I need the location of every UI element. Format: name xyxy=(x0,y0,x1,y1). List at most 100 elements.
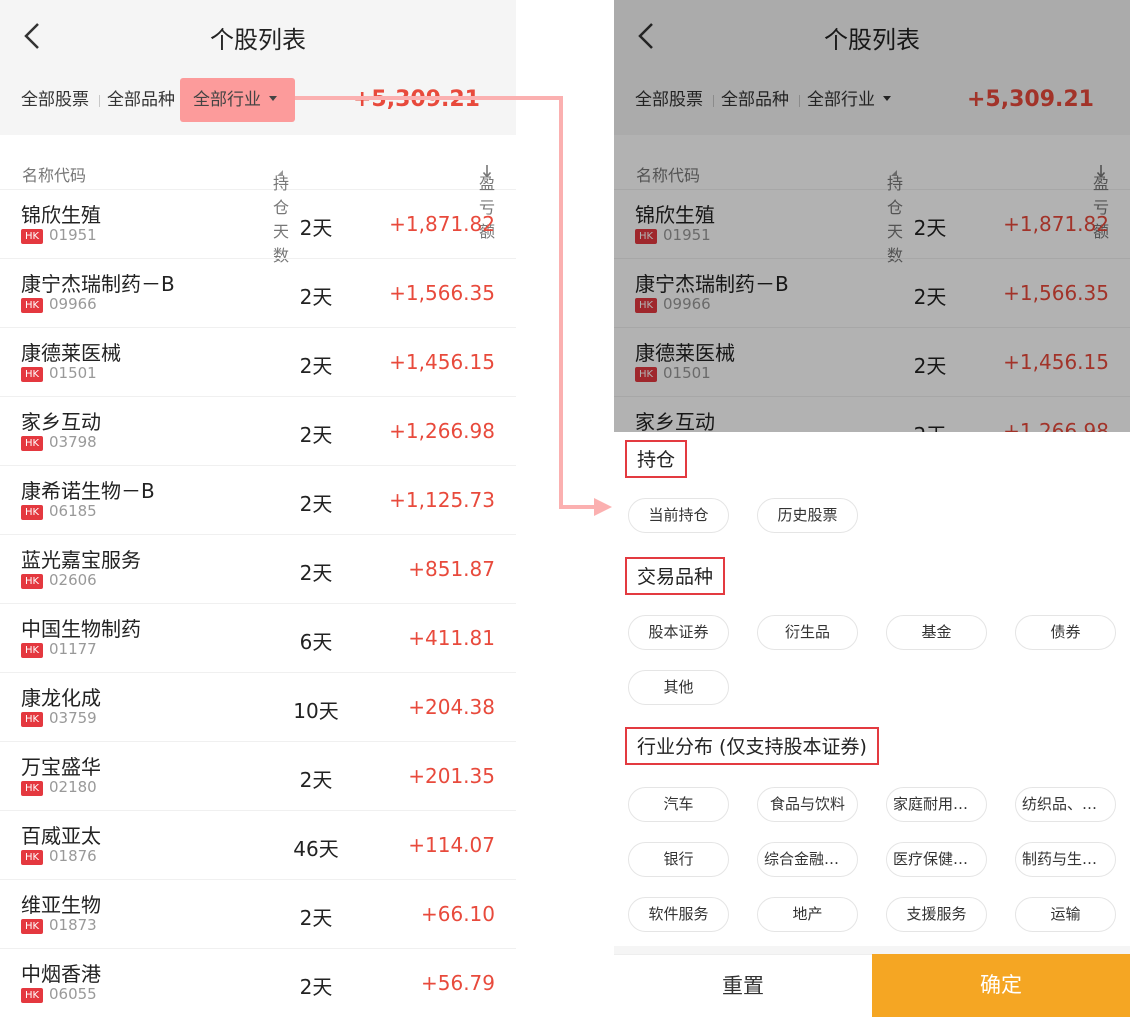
hold-days: 6天 xyxy=(299,630,333,654)
option-industry[interactable]: 食品与饮料 xyxy=(757,787,858,822)
stock-list-screen: 个股列表 全部股票 全部品种 全部行业 +5,309.21 名称代码 持仓天数 … xyxy=(0,0,516,1017)
option-industry[interactable]: 软件服务 xyxy=(628,897,729,932)
market-badge: HK xyxy=(21,919,43,934)
stock-row[interactable]: 维亚生物 HK 01873 2天 +66.10 xyxy=(0,880,516,949)
stock-code: 01501 xyxy=(49,364,97,382)
total-pnl: +5,309.21 xyxy=(353,87,480,112)
stock-code-line: HK 01873 xyxy=(21,916,97,934)
option-industry[interactable]: 银行 xyxy=(628,842,729,877)
stock-pnl: +1,566.35 xyxy=(389,281,495,305)
panel-divider xyxy=(614,946,1130,954)
stock-code-line: HK 01501 xyxy=(21,364,97,382)
stock-pnl: +114.07 xyxy=(408,833,495,857)
hold-days: 2天 xyxy=(299,906,333,930)
dim-overlay[interactable] xyxy=(614,0,1130,432)
stock-row[interactable]: 康德莱医械 HK 01501 2天 +1,456.15 xyxy=(0,328,516,397)
stock-code-line: HK 01951 xyxy=(21,226,97,244)
hold-days: 2天 xyxy=(299,561,333,585)
filter-all-industries[interactable]: 全部行业 xyxy=(180,78,295,122)
stock-row[interactable]: 万宝盛华 HK 02180 2天 +201.35 xyxy=(0,742,516,811)
stock-code: 09966 xyxy=(49,295,97,313)
option-equity[interactable]: 股本证券 xyxy=(628,615,729,650)
market-badge: HK xyxy=(21,367,43,382)
stock-code-line: HK 02606 xyxy=(21,571,97,589)
market-badge: HK xyxy=(21,436,43,451)
stock-row[interactable]: 康龙化成 HK 03759 10天 +204.38 xyxy=(0,673,516,742)
option-derivative[interactable]: 衍生品 xyxy=(757,615,858,650)
option-industry[interactable]: 汽车 xyxy=(628,787,729,822)
stock-code: 02180 xyxy=(49,778,97,796)
filter-divider xyxy=(99,95,100,107)
market-badge: HK xyxy=(21,298,43,313)
market-badge: HK xyxy=(21,712,43,727)
stock-row[interactable]: 百威亚太 HK 01876 46天 +114.07 xyxy=(0,811,516,880)
stock-row[interactable]: 中国生物制药 HK 01177 6天 +411.81 xyxy=(0,604,516,673)
stock-code-line: HK 06185 xyxy=(21,502,97,520)
column-header: 名称代码 持仓天数 盈亏额 xyxy=(0,154,516,265)
stock-code: 01873 xyxy=(49,916,97,934)
stock-code: 02606 xyxy=(49,571,97,589)
hold-days: 46天 xyxy=(293,837,339,861)
confirm-button[interactable]: 确定 xyxy=(872,954,1130,1017)
stock-row[interactable]: 中烟香港 HK 06055 2天 +56.79 xyxy=(0,949,516,1017)
option-bond[interactable]: 债券 xyxy=(1015,615,1116,650)
stock-code: 01177 xyxy=(49,640,97,658)
stock-row[interactable]: 康宁杰瑞制药－B HK 09966 2天 +1,566.35 xyxy=(0,259,516,328)
section-title-holding: 持仓 xyxy=(625,440,688,478)
filter-all-stocks[interactable]: 全部股票 xyxy=(21,78,89,122)
option-other[interactable]: 其他 xyxy=(628,670,729,705)
stock-pnl: +1,125.73 xyxy=(389,488,495,512)
option-industry[interactable]: 运输 xyxy=(1015,897,1116,932)
stock-code: 01951 xyxy=(49,226,97,244)
option-industry[interactable]: 制药与生物... xyxy=(1015,842,1116,877)
option-industry[interactable]: 综合金融服务 xyxy=(757,842,858,877)
hold-days: 2天 xyxy=(299,285,333,309)
hold-days: 2天 xyxy=(299,768,333,792)
stock-name: 蓝光嘉宝服务 xyxy=(21,548,141,572)
stock-row[interactable]: 蓝光嘉宝服务 HK 02606 2天 +851.87 xyxy=(0,535,516,604)
stock-code-line: HK 06055 xyxy=(21,985,97,1003)
option-industry[interactable]: 地产 xyxy=(757,897,858,932)
page-title: 个股列表 xyxy=(210,26,306,54)
stock-name: 康宁杰瑞制药－B xyxy=(21,272,175,296)
stock-name: 中国生物制药 xyxy=(21,617,141,641)
stock-code: 01876 xyxy=(49,847,97,865)
option-fund[interactable]: 基金 xyxy=(886,615,987,650)
stock-row[interactable]: 康希诺生物－B HK 06185 2天 +1,125.73 xyxy=(0,466,516,535)
stock-pnl: +66.10 xyxy=(420,902,495,926)
hold-days: 10天 xyxy=(293,699,339,723)
stock-name: 家乡互动 xyxy=(21,410,101,434)
stock-pnl: +1,266.98 xyxy=(389,419,495,443)
panel-footer: 重置 确定 xyxy=(614,954,1130,1017)
market-badge: HK xyxy=(21,229,43,244)
stock-code-line: HK 09966 xyxy=(21,295,97,313)
reset-button[interactable]: 重置 xyxy=(614,954,872,1017)
stock-pnl: +204.38 xyxy=(408,695,495,719)
column-pnl[interactable]: 盈亏额 xyxy=(479,162,495,241)
stock-row[interactable]: 锦欣生殖 HK 01951 2天 +1,871.82 xyxy=(0,190,516,259)
market-badge: HK xyxy=(21,850,43,865)
market-badge: HK xyxy=(21,505,43,520)
stock-pnl: +1,871.82 xyxy=(389,212,495,236)
filter-all-varieties[interactable]: 全部品种 xyxy=(107,78,175,122)
option-industry[interactable]: 医疗保健设... xyxy=(886,842,987,877)
option-industry[interactable]: 支援服务 xyxy=(886,897,987,932)
stock-row[interactable]: 家乡互动 HK 03798 2天 +1,266.98 xyxy=(0,397,516,466)
hold-days: 2天 xyxy=(299,216,333,240)
option-history-stocks[interactable]: 历史股票 xyxy=(757,498,858,533)
option-industry[interactable]: 家庭耐用消... xyxy=(886,787,987,822)
hold-days: 2天 xyxy=(299,423,333,447)
stock-code: 03798 xyxy=(49,433,97,451)
filter-panel: 持仓 当前持仓 历史股票 交易品种 股本证券 衍生品 基金 债券 其他 行业分布… xyxy=(614,432,1130,1017)
filter-screen: 个股列表 全部股票 全部品种 全部行业 +5,309.21 名称代码 持仓天数 … xyxy=(614,0,1130,1017)
market-badge: HK xyxy=(21,988,43,1003)
stock-pnl: +851.87 xyxy=(408,557,495,581)
stock-code-line: HK 02180 xyxy=(21,778,97,796)
option-industry[interactable]: 纺织品、服... xyxy=(1015,787,1116,822)
stock-pnl: +201.35 xyxy=(408,764,495,788)
sort-triangle-icon xyxy=(277,170,283,176)
stock-name: 中烟香港 xyxy=(21,962,101,986)
option-current-holding[interactable]: 当前持仓 xyxy=(628,498,729,533)
market-badge: HK xyxy=(21,574,43,589)
section-title-trade-type: 交易品种 xyxy=(625,557,726,595)
